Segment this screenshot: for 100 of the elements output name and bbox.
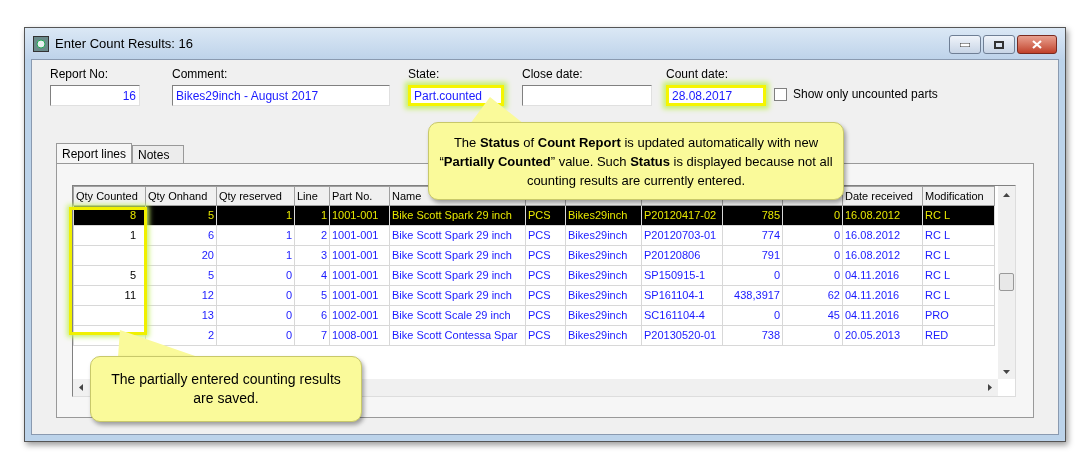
column-header[interactable]: Qty reserved (216, 186, 295, 206)
column-header[interactable]: Date received (842, 186, 923, 206)
table-cell: 6 (294, 305, 330, 326)
table-cell: 62 (782, 285, 843, 306)
table-cell: 1 (216, 225, 295, 246)
app-icon (33, 35, 49, 52)
table-cell: 438,3917 (722, 285, 783, 306)
table-cell: P20120703-01 (641, 225, 723, 246)
table-cell: 0 (782, 225, 843, 246)
callout-text: The partially entered counting results are saved. (111, 370, 341, 408)
table-cell: 1 (216, 245, 295, 266)
input-field[interactable]: Bikes29inch - August 2017 (172, 85, 390, 106)
input-field[interactable] (522, 85, 652, 106)
table-cell: Bikes29inch (565, 285, 642, 306)
table-cell: 0 (722, 265, 783, 286)
column-header[interactable]: Part No. (329, 186, 390, 206)
maximize-icon (994, 40, 1004, 49)
table-cell: RC L (922, 285, 995, 306)
table-cell: SC161104-4 (641, 305, 723, 326)
column-header[interactable]: Modification (922, 186, 995, 206)
table-row[interactable]: 1 6 1 2 1001-001 Bike Scott Spark 29 inch PCS Bikes29inch P20120703-01 774 0 16.08.2012 RC L (73, 225, 995, 246)
table-cell: RC L (922, 265, 995, 286)
scroll-left-icon (79, 384, 83, 391)
table-cell: 20 (145, 245, 217, 266)
table-cell: 04.11.2016 (842, 305, 923, 326)
table-cell: P20120417-02 (641, 205, 723, 226)
scroll-right-icon (988, 384, 992, 391)
table-row[interactable]: 20 1 3 1001-001 Bike Scott Spark 29 inch PCS Bikes29inch P20120806 791 0 16.08.2012 RC L (73, 245, 995, 266)
table-cell: RED (922, 325, 995, 346)
table-cell: 1008-001 (329, 325, 390, 346)
table-cell: 3 (294, 245, 330, 266)
table-cell: 04.11.2016 (842, 285, 923, 306)
close-button[interactable] (1017, 35, 1057, 54)
table-cell: 45 (782, 305, 843, 326)
input-field[interactable]: 28.08.2017 (666, 85, 766, 106)
table-cell: Bike Scott Scale 29 inch (389, 305, 526, 326)
table-cell: 738 (722, 325, 783, 346)
table-cell: RC L (922, 205, 995, 226)
scroll-up-icon (1003, 193, 1010, 197)
close-icon (1032, 40, 1042, 49)
table-cell: 1 (294, 205, 330, 226)
table-cell: PCS (525, 325, 566, 346)
table-cell: 1001-001 (329, 285, 390, 306)
table-cell: 1001-001 (329, 265, 390, 286)
table-cell: PRO (922, 305, 995, 326)
table-cell: 8 (73, 205, 146, 226)
table-cell: 4 (294, 265, 330, 286)
minimize-icon (960, 42, 970, 47)
table-cell: 0 (216, 305, 295, 326)
column-header[interactable]: Line (294, 186, 330, 206)
table-cell: PCS (525, 285, 566, 306)
table-cell: Bike Scott Spark 29 inch (389, 285, 526, 306)
field-label: Report No: (50, 66, 110, 83)
table-cell: Bikes29inch (565, 265, 642, 286)
maximize-button[interactable] (983, 35, 1015, 54)
table-cell: 1 (216, 205, 295, 226)
table-cell: 0 (722, 305, 783, 326)
column-header[interactable]: Qty Counted (73, 186, 146, 206)
table-cell: 1001-001 (329, 205, 390, 226)
tab[interactable]: Notes (132, 145, 185, 163)
table-cell: SP161104-1 (641, 285, 723, 306)
tab[interactable]: Report lines (56, 143, 133, 163)
table-cell: PCS (525, 305, 566, 326)
table-cell: 5 (294, 285, 330, 306)
checkbox[interactable] (774, 87, 787, 101)
scrollbar-thumb[interactable] (999, 273, 1014, 291)
table-cell: 2 (294, 225, 330, 246)
table-cell: 04.11.2016 (842, 265, 923, 286)
table-cell: Bike Scott Spark 29 inch (389, 265, 526, 286)
table-cell: PCS (525, 205, 566, 226)
table-cell: RC L (922, 245, 995, 266)
table-row[interactable]: 13 0 6 1002-001 Bike Scott Scale 29 inch PCS Bikes29inch SC161104-4 0 45 04.11.2016 PRO (73, 305, 995, 326)
table-row[interactable]: 11 12 0 5 1001-001 Bike Scott Spark 29 inch PCS Bikes29inch SP161104-1 438,3917 62 04.11.2016 RC L (73, 285, 995, 306)
table-cell: 0 (216, 325, 295, 346)
table-cell: 6 (145, 225, 217, 246)
table-cell: Bikes29inch (565, 205, 642, 226)
table-cell: 785 (722, 205, 783, 226)
field-label: Comment: (172, 66, 229, 83)
minimize-button[interactable] (949, 35, 981, 54)
table-cell: 0 (782, 205, 843, 226)
table-cell: Bike Scott Spark 29 inch (389, 245, 526, 266)
table-cell: 16.08.2012 (842, 225, 923, 246)
table-cell: Bikes29inch (565, 245, 642, 266)
table-cell: 16.08.2012 (842, 205, 923, 226)
table-cell: 0 (216, 285, 295, 306)
table-cell: 1001-001 (329, 225, 390, 246)
input-field[interactable]: Part.counted (408, 85, 504, 106)
field-label: State: (408, 66, 441, 83)
table-cell: 5 (145, 205, 217, 226)
table-cell: 13 (145, 305, 217, 326)
vertical-scrollbar[interactable] (998, 186, 1015, 379)
table-cell: P20130520-01 (641, 325, 723, 346)
table-cell: 5 (73, 265, 146, 286)
column-header[interactable]: Qty Onhand (145, 186, 217, 206)
table-cell: 16.08.2012 (842, 245, 923, 266)
table-cell: PCS (525, 265, 566, 286)
input-field[interactable]: 16 (50, 85, 140, 106)
table-cell: 0 (216, 265, 295, 286)
callout-text: The Status of Count Report is updated automatically with new “Partially Counted” value. Such Status is displayed because not all counting results are currently entered. (438, 133, 834, 190)
table-row[interactable]: 5 5 0 4 1001-001 Bike Scott Spark 29 inch PCS Bikes29inch SP150915-1 0 0 04.11.2016 RC L (73, 265, 995, 286)
